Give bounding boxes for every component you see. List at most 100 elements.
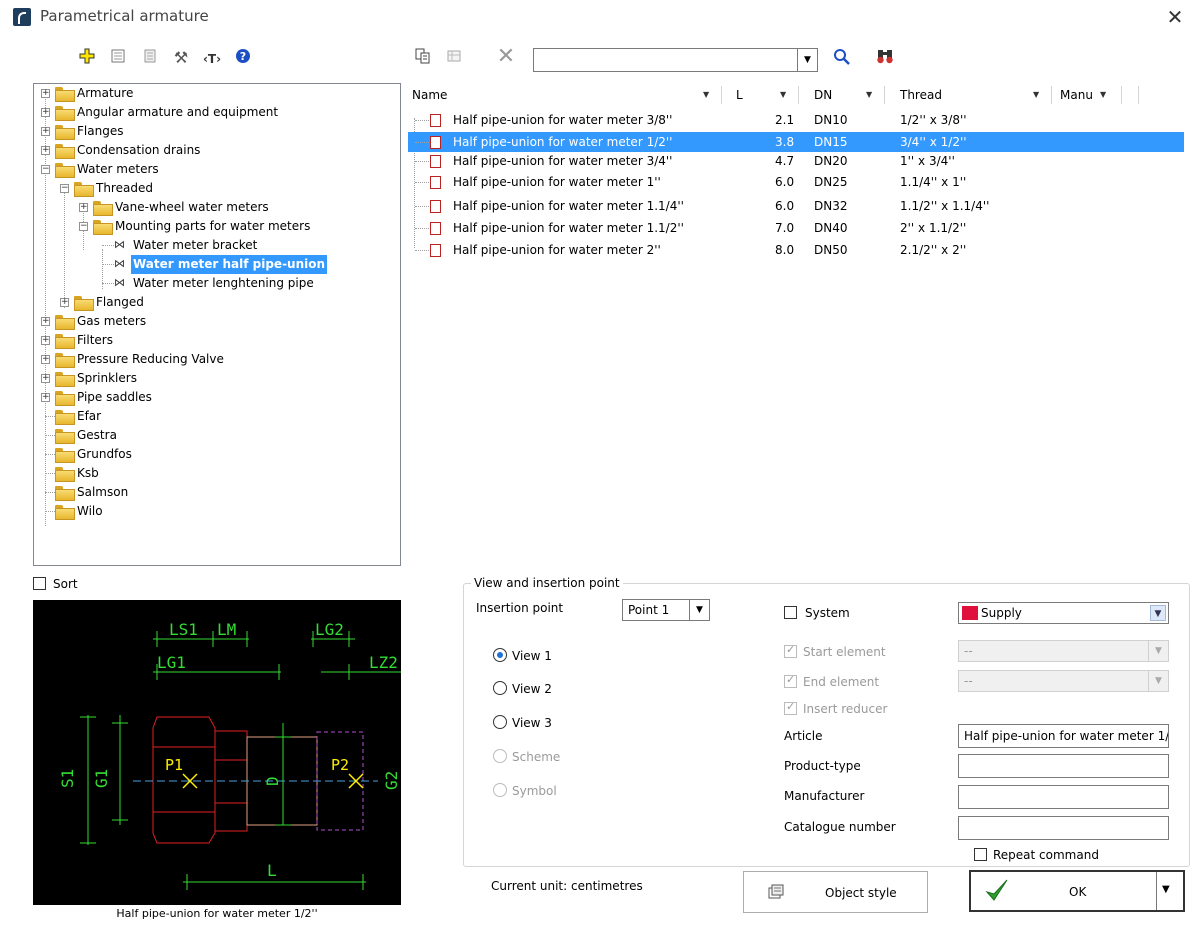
tree-item[interactable]: Efar (34, 407, 400, 426)
tree-item[interactable]: − Water meters (34, 160, 400, 179)
scheme-radio[interactable] (493, 749, 507, 763)
column-filter-dropdown[interactable]: ▼ (1033, 90, 1039, 99)
list-item[interactable]: Half pipe-union for water meter 1.1/4'' … (408, 196, 1184, 216)
expand-icon[interactable]: + (41, 355, 50, 364)
view3-radio[interactable] (493, 715, 507, 729)
article-field[interactable]: Half pipe-union for water meter 1/2'' (958, 724, 1169, 748)
tools-icon[interactable]: ⚒ (170, 47, 192, 69)
tree-item[interactable]: + Flanges (34, 122, 400, 141)
ok-button[interactable]: OK ▼ (969, 870, 1185, 912)
label-p2: P2 (331, 756, 349, 774)
tree-item[interactable]: + Sprinklers (34, 369, 400, 388)
expand-icon[interactable]: + (41, 89, 50, 98)
close-button[interactable]: ✕ (1162, 5, 1188, 29)
chevron-down-icon[interactable]: ▼ (1162, 884, 1170, 895)
tree-item[interactable]: ⋈ Water meter bracket (34, 236, 400, 255)
search-icon[interactable] (831, 48, 853, 70)
insert-reducer-checkbox[interactable] (784, 700, 797, 715)
category-tree[interactable]: + Armature + Angular armature and equipm… (33, 83, 401, 566)
view2-radio[interactable] (493, 681, 507, 695)
search-dropdown-button[interactable]: ▼ (797, 49, 817, 71)
expand-icon[interactable]: + (41, 317, 50, 326)
expand-icon[interactable]: + (41, 336, 50, 345)
column-header-thread[interactable]: Thread (900, 84, 942, 106)
text-tag-icon[interactable]: ‹T› (201, 48, 223, 70)
expand-icon[interactable]: + (41, 374, 50, 383)
tree-item[interactable]: + Armature (34, 84, 400, 103)
tree-item[interactable]: Gestra (34, 426, 400, 445)
column-filter-dropdown[interactable]: ▼ (703, 90, 709, 99)
tree-item[interactable]: − Mounting parts for water meters (34, 217, 400, 236)
tree-item[interactable]: Grundfos (34, 445, 400, 464)
manufacturer-field[interactable] (958, 785, 1169, 809)
tree-item[interactable]: + Angular armature and equipment (34, 103, 400, 122)
chevron-down-icon[interactable]: ▼ (689, 600, 709, 620)
list-item[interactable]: Half pipe-union for water meter 3/8'' 2.… (408, 110, 1184, 130)
cell-name: Half pipe-union for water meter 2'' (453, 243, 661, 257)
expand-icon[interactable]: + (79, 203, 88, 212)
system-checkbox[interactable] (784, 606, 797, 619)
expand-icon[interactable]: + (41, 146, 50, 155)
search-input[interactable] (536, 51, 792, 69)
tree-item[interactable]: ⋈ Water meter lenghtening pipe (34, 274, 400, 293)
help-icon[interactable]: ? (232, 48, 254, 70)
binoculars-icon[interactable] (874, 48, 896, 70)
expand-icon[interactable]: + (60, 298, 69, 307)
system-select[interactable]: Supply ▼ (958, 602, 1169, 624)
column-header-dn[interactable]: DN (814, 84, 832, 106)
tree-item[interactable]: Salmson (34, 483, 400, 502)
copy-icon[interactable] (412, 48, 434, 70)
list-item[interactable]: Half pipe-union for water meter 1.1/2'' … (408, 218, 1184, 238)
tree-item[interactable]: Wilo (34, 502, 400, 521)
product-type-field[interactable] (958, 754, 1169, 778)
column-filter-dropdown[interactable]: ▼ (1100, 90, 1106, 99)
column-header-name[interactable]: Name (412, 84, 447, 106)
delete-icon[interactable]: ✕ (495, 46, 517, 68)
chevron-down-icon[interactable]: ▼ (1150, 605, 1166, 621)
start-element-select[interactable]: -- ▼ (958, 640, 1169, 662)
start-element-checkbox[interactable] (784, 643, 797, 658)
list-item[interactable]: Half pipe-union for water meter 3/4'' 4.… (408, 151, 1184, 171)
chevron-down-icon[interactable]: ▼ (1148, 671, 1168, 691)
properties-icon[interactable] (107, 48, 129, 70)
end-element-checkbox[interactable] (784, 673, 797, 688)
folder-icon (55, 334, 75, 349)
catalogue-number-field[interactable] (958, 816, 1169, 840)
column-header-manufacturer[interactable]: Manu (1060, 84, 1093, 106)
catalogue-number-label: Catalogue number (784, 820, 896, 834)
list-item[interactable]: Half pipe-union for water meter 2'' 8.0 … (408, 240, 1184, 260)
view1-radio[interactable] (493, 648, 507, 662)
tree-item[interactable]: + Filters (34, 331, 400, 350)
sort-checkbox[interactable] (33, 577, 46, 590)
add-plus-icon[interactable] (76, 48, 98, 70)
list-item-selected[interactable]: Half pipe-union for water meter 1/2'' 3.… (408, 132, 1184, 152)
collapse-icon[interactable]: − (41, 165, 50, 174)
chevron-down-icon[interactable]: ▼ (1148, 641, 1168, 661)
tree-item[interactable]: + Pressure Reducing Valve (34, 350, 400, 369)
tree-item-selected[interactable]: ⋈ Water meter half pipe-union (34, 255, 400, 274)
tree-item[interactable]: + Condensation drains (34, 141, 400, 160)
search-combo[interactable]: ▼ (533, 48, 818, 72)
collapse-icon[interactable]: − (79, 222, 88, 231)
expand-icon[interactable]: + (41, 108, 50, 117)
table-icon[interactable] (443, 48, 465, 70)
object-style-button[interactable]: Object style (743, 871, 928, 913)
column-filter-dropdown[interactable]: ▼ (780, 90, 786, 99)
tree-item[interactable]: + Pipe saddles (34, 388, 400, 407)
tree-item[interactable]: + Gas meters (34, 312, 400, 331)
tree-item[interactable]: + Flanged (34, 293, 400, 312)
expand-icon[interactable]: + (41, 127, 50, 136)
list-item[interactable]: Half pipe-union for water meter 1'' 6.0 … (408, 172, 1184, 192)
symbol-radio[interactable] (493, 783, 507, 797)
insertion-point-select[interactable]: Point 1 ▼ (622, 599, 710, 621)
tree-item[interactable]: Ksb (34, 464, 400, 483)
end-element-select[interactable]: -- ▼ (958, 670, 1169, 692)
tree-item[interactable]: − Threaded (34, 179, 400, 198)
column-header-l[interactable]: L (736, 84, 743, 106)
repeat-command-checkbox[interactable] (974, 848, 987, 861)
list-icon[interactable] (139, 48, 161, 70)
expand-icon[interactable]: + (41, 393, 50, 402)
collapse-icon[interactable]: − (60, 184, 69, 193)
column-filter-dropdown[interactable]: ▼ (866, 90, 872, 99)
tree-item[interactable]: + Vane-wheel water meters (34, 198, 400, 217)
